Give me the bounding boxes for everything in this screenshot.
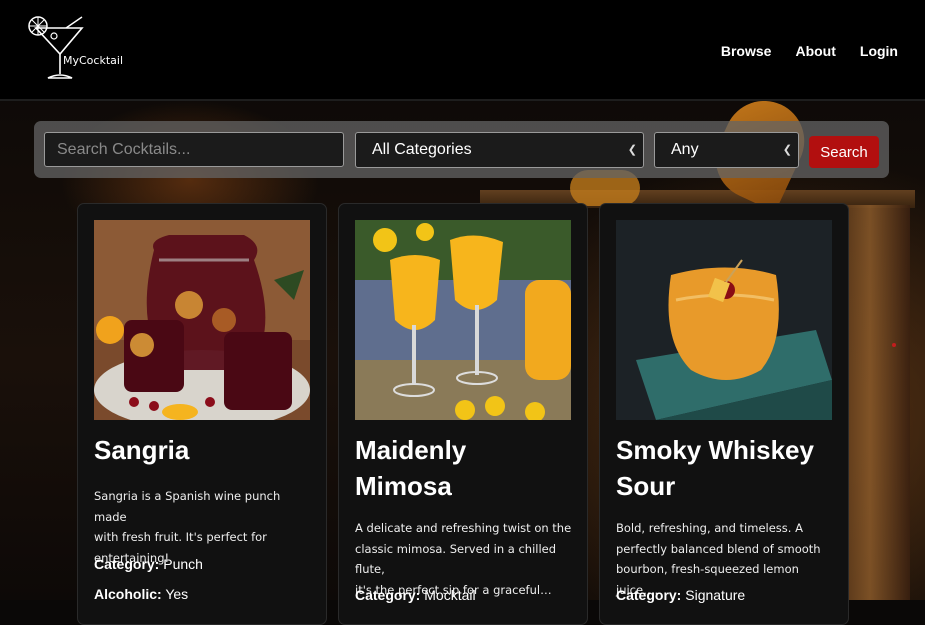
brand-name: MyCocktail — [63, 54, 123, 67]
cocktail-title[interactable]: Maidenly Mimosa — [355, 432, 580, 504]
main-nav: Browse About Login — [721, 43, 898, 59]
description-line: perfectly balanced blend of smooth — [616, 541, 821, 556]
cocktail-title[interactable]: Sangria — [94, 432, 319, 468]
category-select[interactable]: All Categories ❮ — [355, 132, 644, 168]
alcoholic-select-value: Any — [671, 141, 699, 158]
category-row: Category: Punch — [94, 556, 203, 572]
description-line: Sangria is a Spanish wine punch made — [94, 489, 281, 524]
category-label: Category: — [355, 587, 421, 603]
chevron-down-icon: ❮ — [627, 144, 637, 156]
description-line: A delicate and refreshing twist on the — [355, 521, 572, 535]
description-line: classic mimosa. Served in a chilled flut… — [355, 541, 557, 577]
cocktail-title-line: Sour — [616, 471, 676, 501]
description-line: Bold, refreshing, and timeless. A — [616, 521, 803, 535]
cocktail-glass-icon — [28, 16, 84, 79]
search-input[interactable] — [44, 132, 344, 167]
cocktail-card[interactable]: Maidenly Mimosa A delicate and refreshin… — [338, 203, 588, 625]
category-value: Punch — [163, 556, 203, 572]
category-value: Signature — [685, 587, 746, 603]
cocktail-title-line: Sangria — [94, 435, 190, 465]
category-label: Category: — [616, 587, 682, 603]
alcoholic-select[interactable]: Any ❮ — [654, 132, 799, 168]
nav-about-link[interactable]: About — [795, 43, 835, 59]
category-label: Category: — [94, 556, 160, 572]
search-bar: All Categories ❮ Any ❮ Search — [34, 121, 889, 178]
description-line: with fresh fruit. It's perfect for — [94, 530, 267, 544]
cocktail-title-line: Mimosa — [355, 471, 452, 501]
nav-login-link[interactable]: Login — [860, 43, 898, 59]
search-button[interactable]: Search — [809, 136, 879, 168]
cocktail-image[interactable] — [94, 220, 310, 420]
category-select-value: All Categories — [372, 141, 472, 158]
cocktail-card[interactable]: Smoky Whiskey Sour Bold, refreshing, and… — [599, 203, 849, 625]
cocktail-title[interactable]: Smoky Whiskey Sour — [616, 432, 841, 504]
cocktail-title-line: Maidenly — [355, 435, 467, 465]
brand-logo[interactable]: MyCocktail — [26, 14, 126, 84]
cocktail-image[interactable] — [355, 220, 571, 420]
nav-browse-link[interactable]: Browse — [721, 43, 772, 59]
cocktail-image[interactable] — [616, 220, 832, 420]
category-row: Category: Mocktail — [355, 587, 476, 603]
site-header: MyCocktail Browse About Login — [0, 0, 925, 101]
category-value: Mocktail — [424, 587, 476, 603]
chevron-down-icon: ❮ — [782, 144, 792, 156]
cocktail-card[interactable]: Sangria Sangria is a Spanish wine punch … — [77, 203, 327, 625]
category-row: Category: Signature — [616, 587, 745, 603]
cocktail-title-line: Smoky Whiskey — [616, 435, 814, 465]
